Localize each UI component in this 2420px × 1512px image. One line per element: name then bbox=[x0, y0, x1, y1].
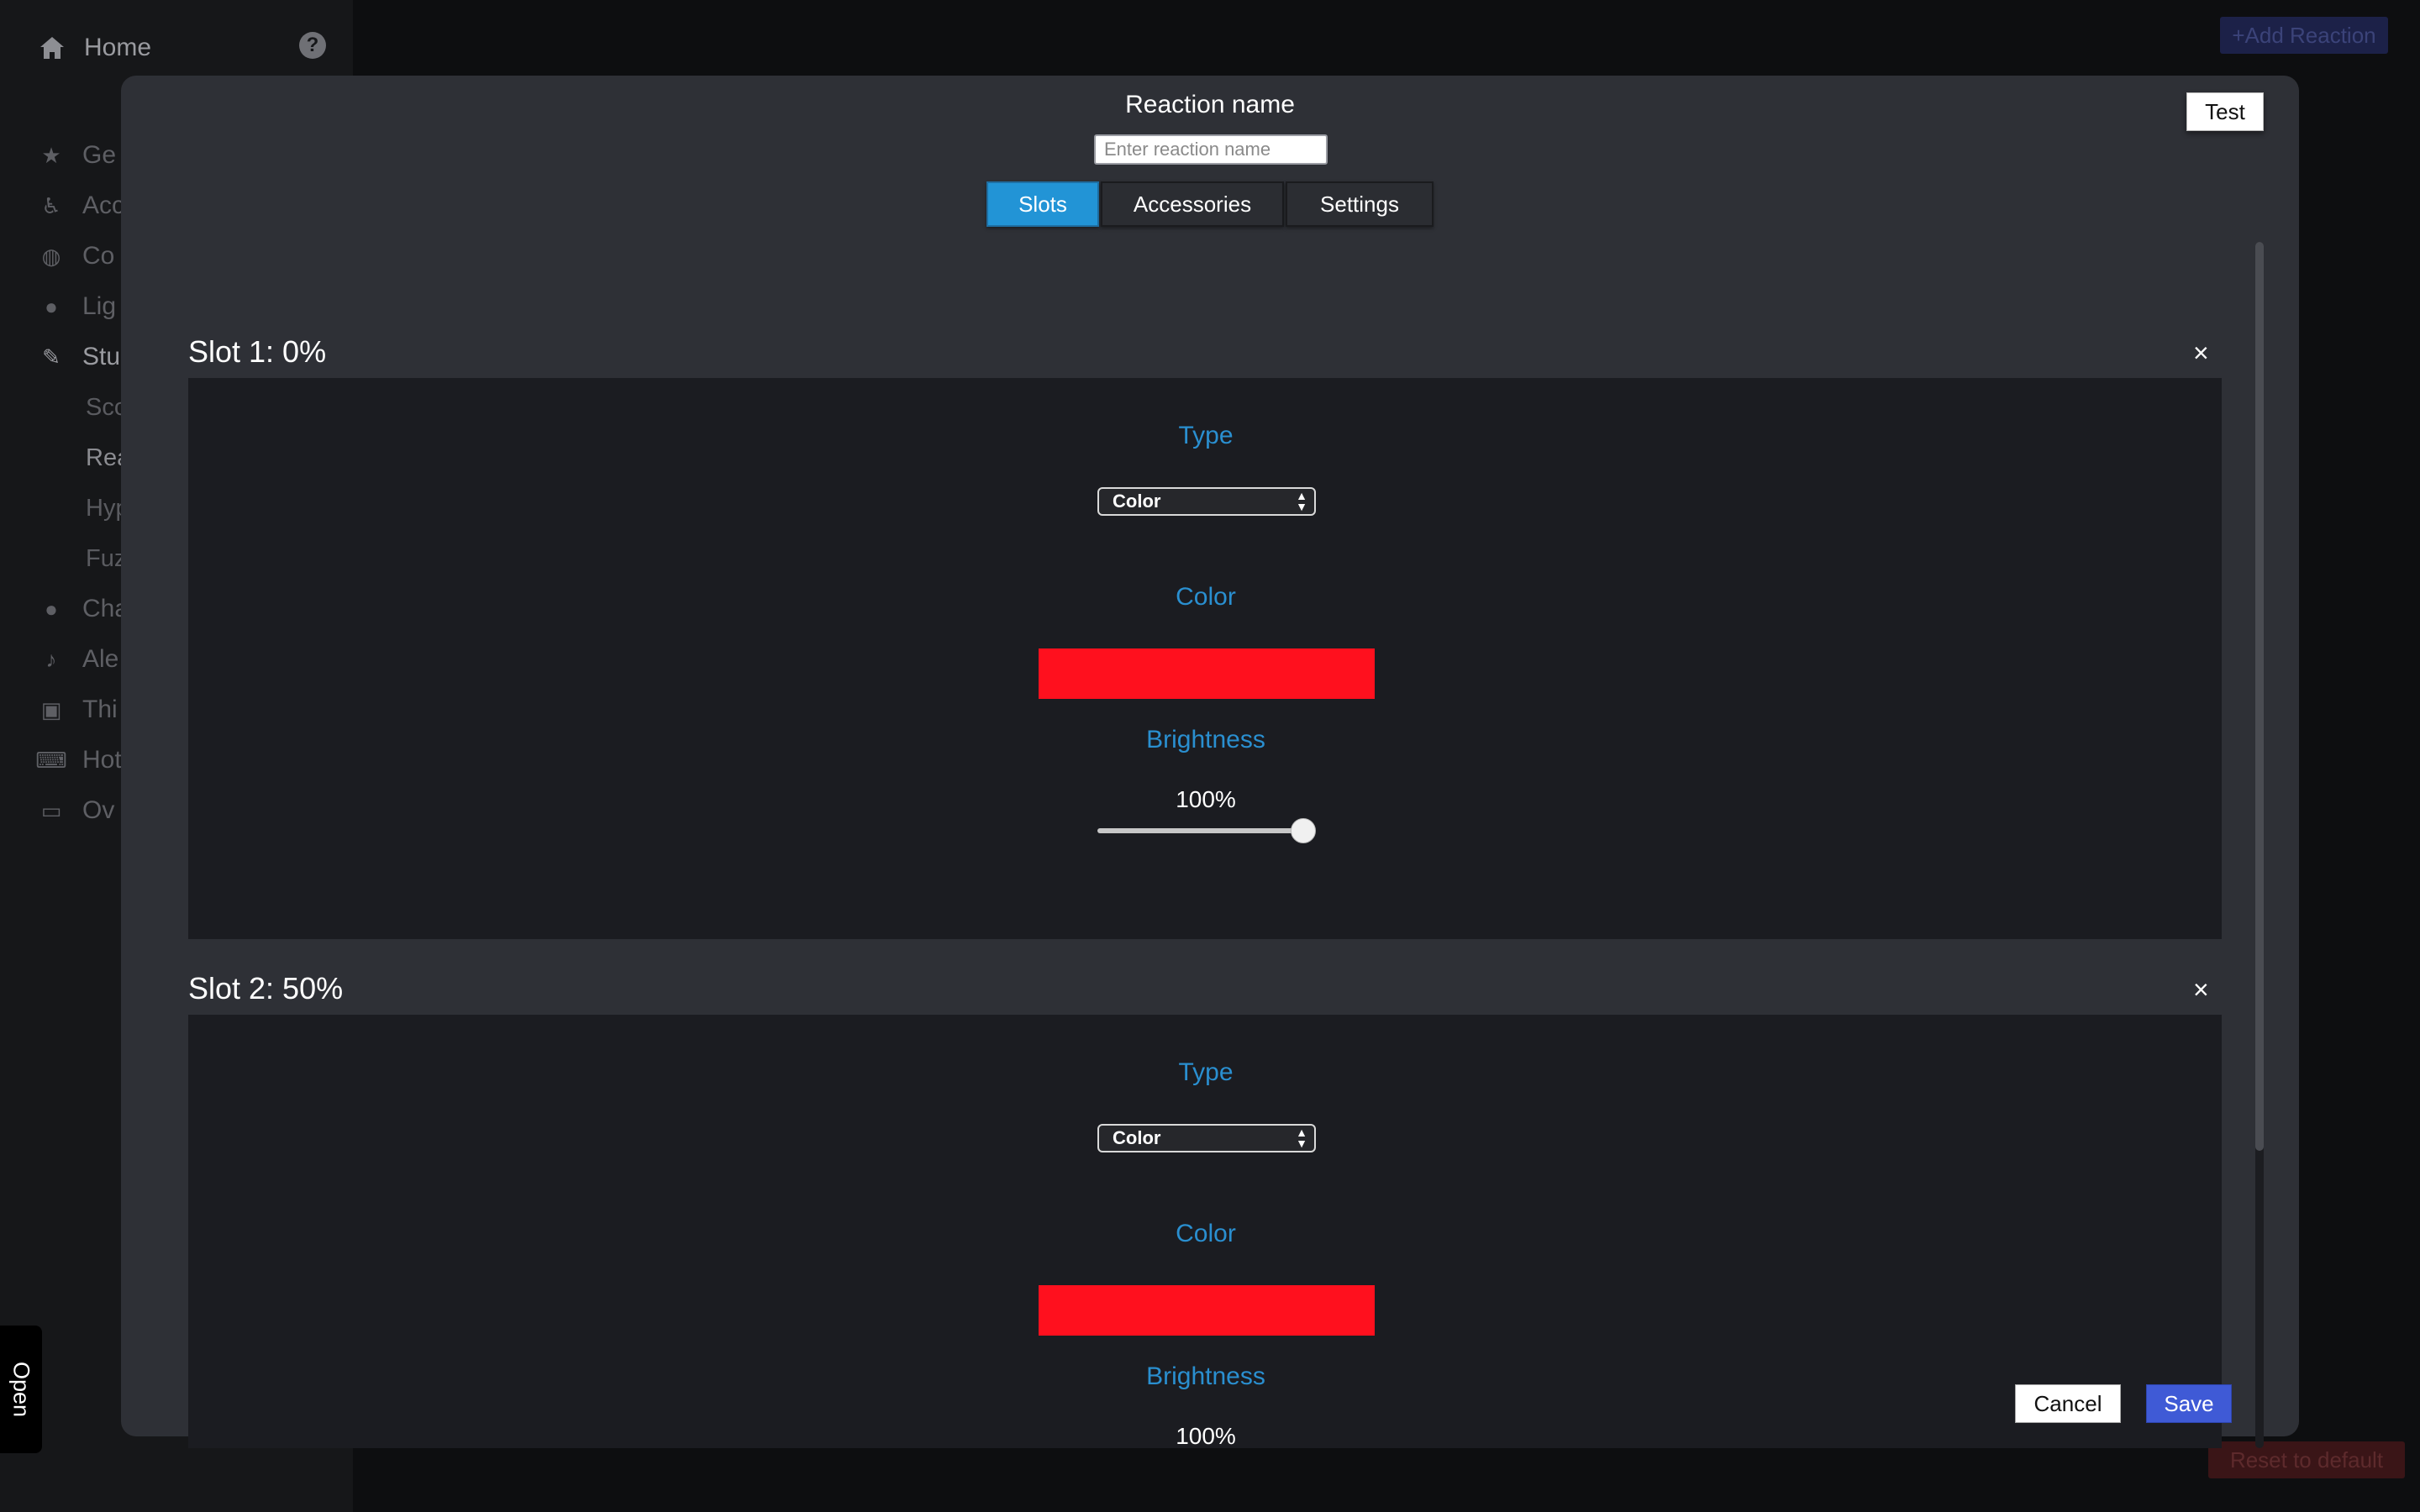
brightness-label: Brightness bbox=[1146, 1362, 1265, 1390]
sidebar-item-hotkeys[interactable]: ⌨ Hot bbox=[35, 743, 122, 777]
integrations-icon: ▣ bbox=[40, 696, 62, 722]
sidebar-item-label: Home bbox=[84, 34, 152, 61]
sidebar-item-home[interactable]: Home bbox=[39, 30, 151, 66]
slider-track bbox=[1097, 828, 1304, 833]
tab-settings[interactable]: Settings bbox=[1286, 181, 1434, 227]
chat-icon: ● bbox=[45, 596, 58, 622]
type-label: Type bbox=[1178, 1058, 1234, 1086]
sidebar-item-label: Co bbox=[82, 242, 115, 270]
star-icon: ★ bbox=[41, 142, 61, 168]
tab-slots[interactable]: Slots bbox=[986, 181, 1099, 227]
type-select-value: Color bbox=[1113, 491, 1161, 512]
brightness-label: Brightness bbox=[1146, 726, 1265, 753]
sidebar-item-label: Stu bbox=[82, 343, 121, 370]
color-label: Color bbox=[1176, 1220, 1236, 1247]
select-arrows-icon: ▲ ▼ bbox=[1296, 489, 1307, 513]
home-icon bbox=[40, 37, 64, 59]
reset-to-default-button[interactable]: Reset to default bbox=[2208, 1441, 2405, 1478]
sidebar-item-lights[interactable]: ● Lig bbox=[39, 290, 116, 323]
type-select[interactable]: Color ▲ ▼ bbox=[1097, 487, 1316, 516]
reaction-modal: Reaction name Test Slots Accessories Set… bbox=[121, 76, 2299, 1448]
bell-icon: ♪ bbox=[45, 646, 57, 672]
close-icon[interactable]: × bbox=[2193, 338, 2209, 369]
select-arrows-icon: ▲ ▼ bbox=[1296, 1126, 1307, 1150]
modal-title: Reaction name bbox=[1125, 91, 1295, 118]
brightness-value: 100% bbox=[1176, 786, 1236, 812]
slots-list[interactable]: Slot 1: 0% × Type Color ▲ ▼ Color Brightn… bbox=[188, 242, 2222, 1448]
sidebar-item-colors[interactable]: ◍ Co bbox=[39, 239, 115, 273]
scrollbar-thumb[interactable] bbox=[2255, 242, 2264, 1151]
sidebar-item-third-party[interactable]: ▣ Thi bbox=[39, 693, 118, 727]
slot-title: Slot 2: 50% bbox=[188, 971, 344, 1005]
type-select[interactable]: Color ▲ ▼ bbox=[1097, 1124, 1316, 1152]
add-reaction-button[interactable]: +Add Reaction bbox=[2220, 17, 2388, 54]
sidebar-item-label: Thi bbox=[82, 696, 118, 723]
brightness-slider[interactable] bbox=[1097, 818, 1316, 843]
sidebar-item-label: Ge bbox=[82, 141, 117, 169]
sidebar-item-studio[interactable]: ✎ Stu bbox=[39, 340, 120, 374]
sidebar-item-label: Acc bbox=[82, 192, 125, 219]
lightbulb-icon: ● bbox=[45, 293, 58, 319]
sidebar-item-overlay[interactable]: ▭ Ov bbox=[39, 794, 115, 827]
sidebar-item-label: Hot bbox=[82, 746, 122, 774]
sidebar-item-general[interactable]: ★ Ge bbox=[39, 139, 116, 172]
sidebar-item-chat[interactable]: ● Cha bbox=[39, 592, 129, 626]
open-tab-label: Open bbox=[8, 1361, 34, 1418]
open-tab[interactable]: Open bbox=[0, 1326, 42, 1453]
keyboard-icon: ⌨ bbox=[35, 747, 67, 773]
slider-knob[interactable] bbox=[1291, 818, 1316, 843]
color-swatch[interactable] bbox=[1039, 648, 1375, 699]
cancel-button[interactable]: Cancel bbox=[2015, 1384, 2121, 1423]
scrollbar[interactable] bbox=[2255, 242, 2264, 1448]
test-button[interactable]: Test bbox=[2186, 92, 2264, 131]
tab-accessories[interactable]: Accessories bbox=[1101, 181, 1284, 227]
sidebar-item-label: Ale bbox=[82, 645, 119, 673]
color-swatch[interactable] bbox=[1039, 1285, 1375, 1336]
type-label: Type bbox=[1178, 422, 1234, 449]
type-select-value: Color bbox=[1113, 1127, 1161, 1148]
color-label: Color bbox=[1176, 583, 1236, 611]
palette-icon: ◍ bbox=[41, 243, 61, 269]
modal-tabs: Slots Accessories Settings bbox=[986, 181, 1434, 228]
slot-title: Slot 1: 0% bbox=[188, 334, 327, 369]
close-icon[interactable]: × bbox=[2193, 974, 2209, 1005]
sidebar-item-alerts[interactable]: ♪ Ale bbox=[39, 643, 119, 676]
brightness-value: 100% bbox=[1176, 1423, 1236, 1448]
monitor-icon: ▭ bbox=[40, 797, 62, 823]
save-button[interactable]: Save bbox=[2146, 1384, 2232, 1423]
brush-icon: ✎ bbox=[42, 344, 60, 370]
slot-panel: Type Color ▲ ▼ Color Brightness 100% bbox=[188, 1015, 2222, 1448]
accessibility-icon: ♿ bbox=[41, 192, 61, 218]
slot-panel: Type Color ▲ ▼ Color Brightness 100% bbox=[188, 378, 2222, 939]
question-circle-icon[interactable]: ? bbox=[299, 32, 326, 59]
reaction-name-input[interactable] bbox=[1094, 134, 1328, 165]
sidebar-item-accessibility[interactable]: ♿ Acc bbox=[39, 189, 124, 223]
sidebar-item-label: Ov bbox=[82, 796, 115, 824]
sidebar-item-label: Lig bbox=[82, 292, 117, 320]
